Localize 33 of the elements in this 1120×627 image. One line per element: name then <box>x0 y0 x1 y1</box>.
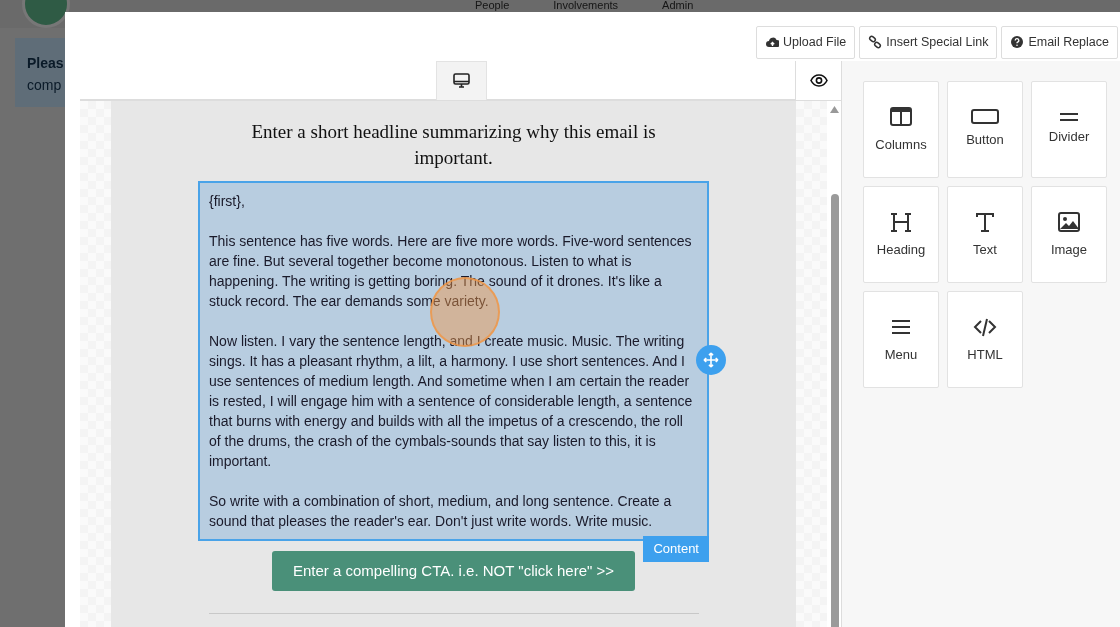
block-tile[interactable]: Button <box>947 80 1023 178</box>
alert-title: Pleas <box>27 55 64 71</box>
block-tile[interactable]: Columns <box>863 80 939 178</box>
cloud-upload-icon <box>765 35 780 50</box>
eye-icon <box>809 73 828 87</box>
paragraph: {first}, <box>209 191 246 211</box>
toolbar-button[interactable]: Insert Special Link <box>859 26 998 59</box>
columns-icon <box>889 104 913 129</box>
button-shape-icon <box>971 109 999 124</box>
block-tile[interactable]: Menu <box>863 290 939 388</box>
image-icon <box>1057 209 1081 234</box>
preview-button[interactable] <box>795 60 841 100</box>
block-tile[interactable]: Text <box>947 185 1023 283</box>
monitor-icon <box>453 73 470 89</box>
desktop-view-tab[interactable] <box>436 60 487 100</box>
alert-text: comp <box>27 77 62 93</box>
email-headline: Enter a short headline summarizing why this email is important. <box>250 119 657 170</box>
paragraph: So write with a combination of short, medium, and long sentence. Create a sound that pleases the reader's ear. Don't just write words. Write music. <box>209 491 673 531</box>
help-icon <box>1010 35 1025 50</box>
block-tile[interactable]: HTML <box>947 290 1023 388</box>
block-tile[interactable]: Heading <box>863 185 939 283</box>
link-icon <box>868 35 883 50</box>
block-tile[interactable]: Image <box>1031 185 1107 283</box>
toolbar-button[interactable]: Upload File <box>756 26 856 59</box>
move-icon <box>703 351 719 368</box>
block-label: Content <box>643 536 709 562</box>
divider-icon <box>1059 112 1079 121</box>
paragraph: Now listen. I vary the sentence length, and I create music. Music. The writing sings. It has a pleasant rhythm, a lilt, a harmony. I use short sentences. And I use sentences of medium length. And sometime when I am certain the reader is rested, I will engage him with a sentence of considerable length, a sentence that burns with energy and builds with all the impetus of a crescendo, the roll of the drums, the crash of the cymbals-sounds that say listen to this, it is important. <box>209 331 694 471</box>
toolbar-button[interactable]: Email Replace <box>1001 26 1118 59</box>
content-block[interactable] <box>198 180 709 541</box>
cta-button[interactable]: Enter a compelling CTA. i.e. NOT "click here" >> <box>271 550 636 592</box>
block-tile[interactable]: Divider <box>1031 80 1107 178</box>
scroll-up-icon[interactable] <box>830 105 839 113</box>
